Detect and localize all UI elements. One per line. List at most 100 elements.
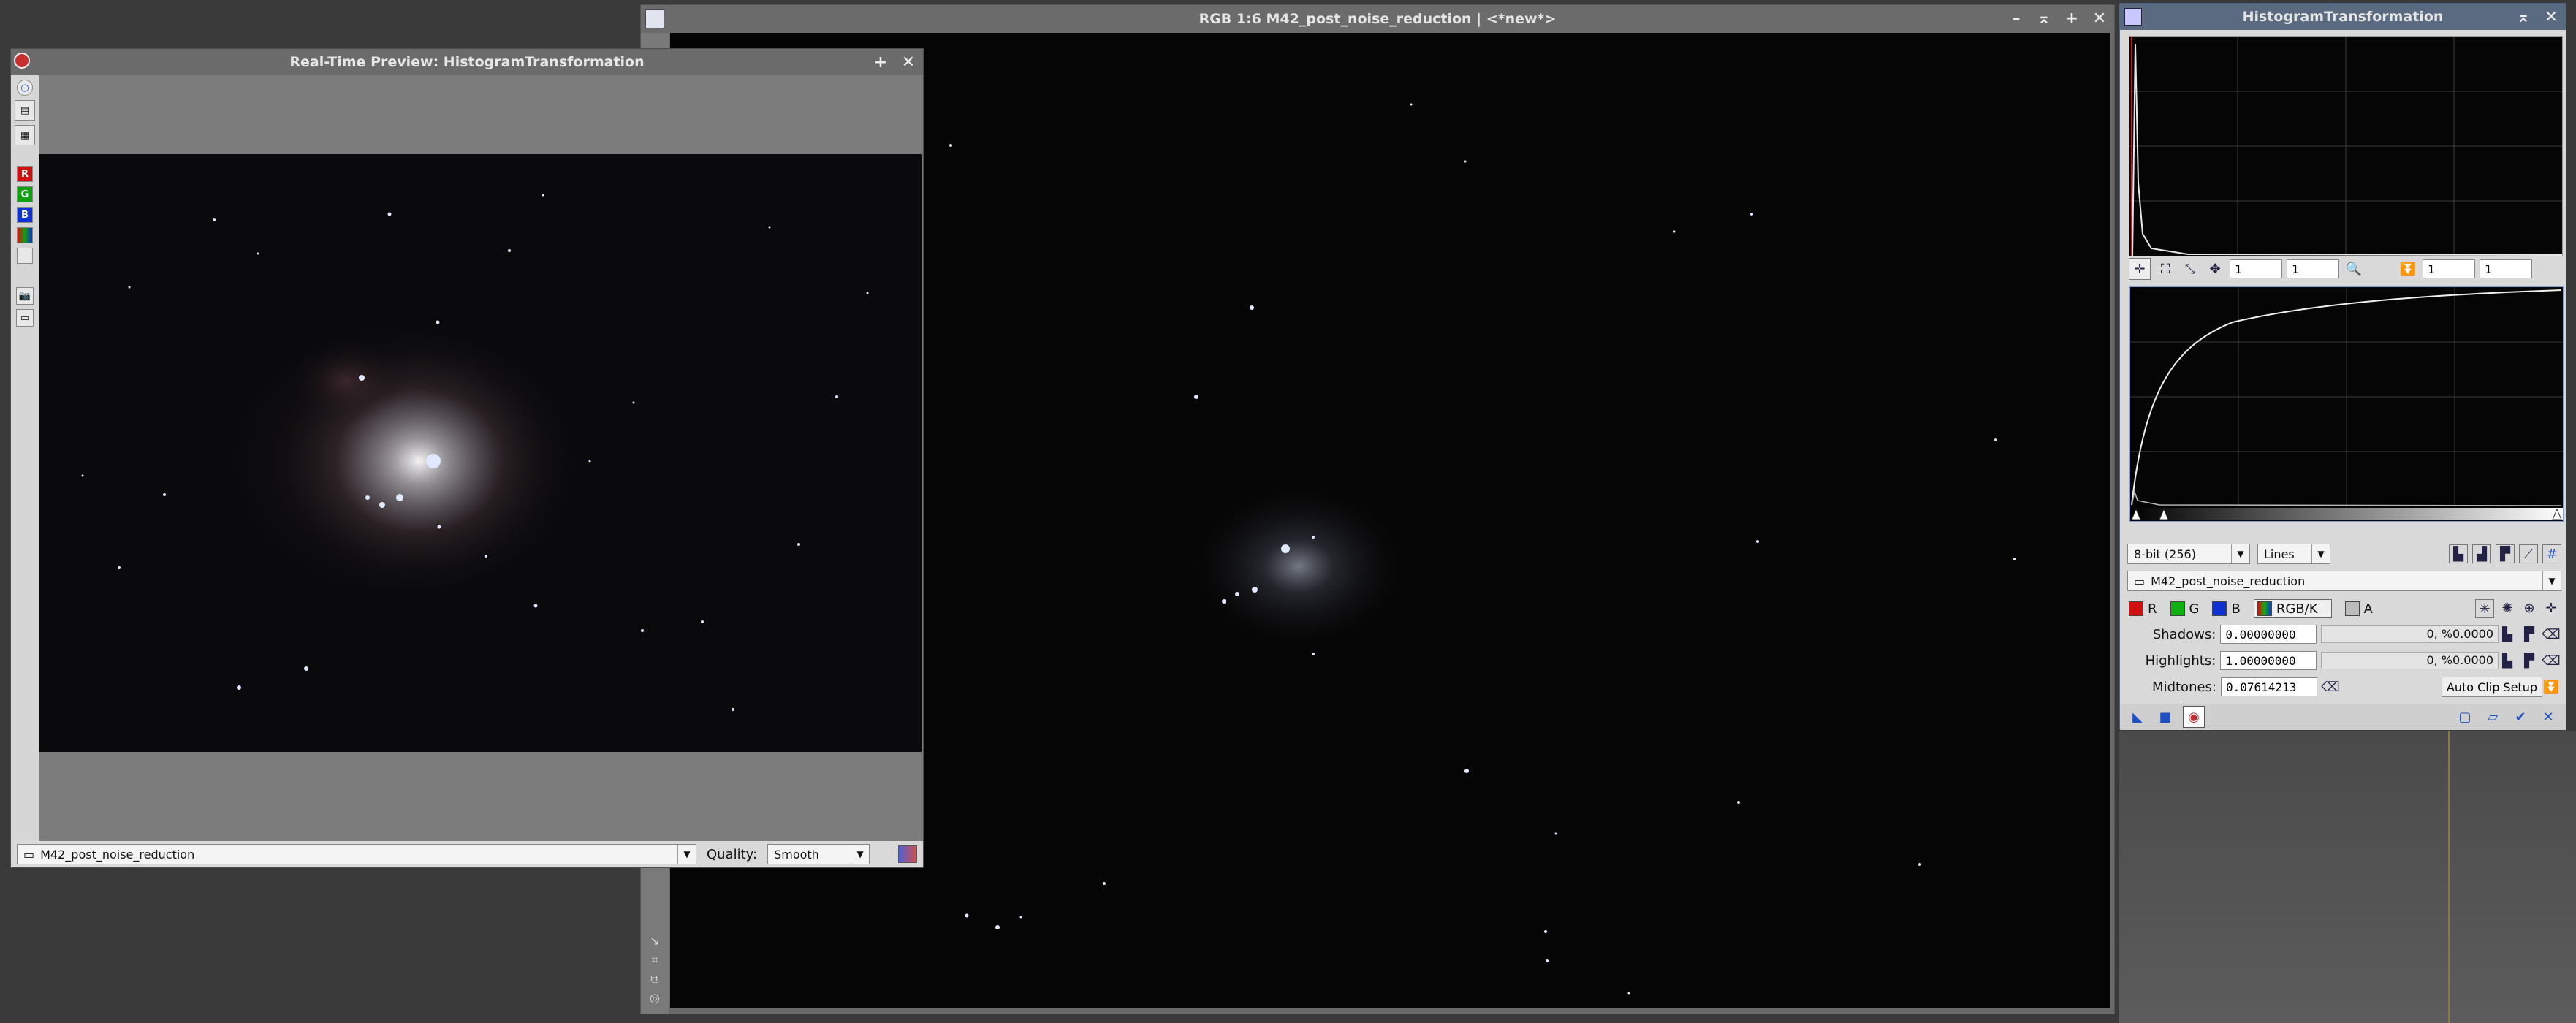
main-window-titlebar[interactable]: ▭ RGB 1:6 M42_post_noise_reduction | <*n… <box>641 5 2114 33</box>
star-mask-icon[interactable]: ✺ <box>2499 599 2516 617</box>
channel-b-swatch <box>2212 601 2227 616</box>
draw-mode-select[interactable]: Lines ▼ <box>2257 544 2330 564</box>
target-icon[interactable]: ⊕ <box>2520 599 2538 617</box>
preview-close-circle-icon[interactable] <box>14 53 30 69</box>
channel-rgbk-label: RGB/K <box>2276 601 2318 617</box>
quality-select[interactable]: Smooth ▼ <box>767 844 870 864</box>
preview-image-canvas[interactable] <box>39 154 922 752</box>
shrink-icon[interactable]: ⤡ <box>2180 259 2200 279</box>
histogram-overlay-icon[interactable]: ▛ <box>2496 544 2515 563</box>
ht-view-name: M42_post_noise_reduction <box>2151 574 2306 588</box>
minimize-icon[interactable]: – <box>2007 9 2025 28</box>
zoom-in-icon[interactable]: ○ <box>17 80 33 96</box>
shadows-input[interactable] <box>2220 625 2317 644</box>
channel-b-button[interactable]: B <box>2212 601 2241 617</box>
ht-window-icon[interactable] <box>2124 8 2142 26</box>
crosshair-icon[interactable]: ✛ <box>2129 258 2151 280</box>
preview-nebula-image <box>81 194 869 711</box>
channel-r-button[interactable]: R <box>2129 601 2157 617</box>
draw-mode-value: Lines <box>2264 547 2295 561</box>
close-icon[interactable]: ✕ <box>2091 9 2108 28</box>
chevron-down-icon: ▼ <box>677 845 696 864</box>
shade-icon[interactable]: ⌅ <box>2515 8 2532 26</box>
real-time-preview-icon[interactable]: ◉ <box>2183 706 2205 728</box>
channel-b-label: B <box>2231 601 2241 617</box>
preview-window-titlebar[interactable]: Real-Time Preview: HistogramTransformati… <box>11 49 923 75</box>
apply-check-icon[interactable]: ✔ <box>2510 707 2531 727</box>
show-all-icon[interactable]: ▦ <box>15 125 35 145</box>
channel-g-button[interactable]: G <box>2170 601 2199 617</box>
maximize-icon[interactable]: + <box>2063 9 2081 28</box>
magnifier-icon[interactable]: 🔍 <box>2344 259 2364 279</box>
close-icon[interactable]: ✕ <box>2542 8 2560 26</box>
channel-rgb-icon[interactable] <box>17 227 33 243</box>
shadows-reset-icon[interactable]: ⌫ <box>2542 625 2560 643</box>
out-zoom-x-input[interactable] <box>2423 259 2475 278</box>
shadows-row: Shadows: 0, %0.0000 ▙ ▛ ⌫ <box>2129 623 2563 645</box>
shadows-auto-icon[interactable]: ▙ <box>2499 625 2516 643</box>
ht-window-titlebar[interactable]: HistogramTransformation ⌅ ✕ <box>2120 4 2566 30</box>
arrow-down-icon[interactable]: ⏬ <box>2542 678 2560 696</box>
clone-icon[interactable]: ⧉ <box>641 970 669 989</box>
input-histogram-graph[interactable] <box>2129 36 2563 256</box>
main-window-icon[interactable]: ▭ <box>645 9 664 28</box>
channel-green-icon[interactable]: G <box>17 186 33 202</box>
apply-square-icon[interactable]: ■ <box>2155 707 2176 727</box>
grid-icon[interactable]: # <box>2542 544 2561 563</box>
preview-window: Real-Time Preview: HistogramTransformati… <box>10 48 924 868</box>
fit-icon[interactable]: ⛶ <box>2155 259 2176 279</box>
histogram-preview-icon[interactable] <box>898 845 917 863</box>
script-icon[interactable]: ▱ <box>2482 707 2503 727</box>
chevron-down-icon: ▼ <box>2231 544 2249 563</box>
resize-corner-icon[interactable]: ↘ <box>641 932 669 951</box>
chevron-down-icon: ▼ <box>851 845 869 864</box>
shade-icon[interactable]: ⌅ <box>2035 9 2053 28</box>
window-icon[interactable]: ▭ <box>16 309 34 327</box>
arrow-down-icon[interactable]: ⏬ <box>2398 259 2418 279</box>
highlights-label: Highlights: <box>2145 653 2216 669</box>
crop-icon[interactable]: ⌗ <box>641 951 669 970</box>
auto-zero-icon[interactable]: ✳ <box>2475 599 2494 618</box>
highlights-reset-icon[interactable]: ⌫ <box>2542 652 2560 669</box>
quality-label: Quality: <box>707 846 758 862</box>
highlights-row: Highlights: 0, %0.0000 ▙ ▛ ⌫ <box>2129 650 2563 672</box>
channel-g-swatch <box>2170 601 2185 616</box>
reset-icon[interactable]: ✕ <box>2538 707 2558 727</box>
channel-red-icon[interactable]: R <box>17 166 33 182</box>
auto-clip-setup-button[interactable]: Auto Clip Setup <box>2441 677 2542 697</box>
quality-value: Smooth <box>774 847 819 862</box>
zoom-x-input[interactable] <box>2230 259 2282 278</box>
channel-rgbk-swatch <box>2257 601 2272 616</box>
channel-blue-icon[interactable]: B <box>17 207 33 223</box>
histogram-rgb-icon[interactable]: ▟ <box>2472 544 2491 563</box>
curve-icon[interactable]: ⟋ <box>2519 544 2538 563</box>
new-instance-icon[interactable]: ◣ <box>2127 707 2148 727</box>
histogram-view-icon[interactable]: ▙ <box>2449 544 2468 563</box>
shadows-label: Shadows: <box>2152 626 2216 642</box>
channel-rgbk-button[interactable]: RGB/K <box>2253 599 2332 618</box>
pan-icon[interactable]: ✥ <box>2205 259 2225 279</box>
channel-luminance-icon[interactable] <box>17 248 33 264</box>
midtones-reset-icon[interactable]: ⌫ <box>2321 678 2339 696</box>
midtones-input[interactable] <box>2221 677 2317 696</box>
shadows-clip-icon[interactable]: ▛ <box>2520 625 2538 643</box>
out-zoom-y-input[interactable] <box>2480 259 2532 278</box>
process-toolbar: ◣ ■ ◉ ▢ ▱ ✔ ✕ <box>2120 704 2566 730</box>
maximize-icon[interactable]: + <box>872 53 889 72</box>
output-histogram-graph[interactable] <box>2129 286 2564 522</box>
browse-doc-icon[interactable]: ▢ <box>2455 707 2475 727</box>
preview-view-name: M42_post_noise_reduction <box>40 847 195 862</box>
bit-depth-select[interactable]: 8-bit (256) ▼ <box>2127 544 2250 564</box>
target-icon[interactable]: ◎ <box>641 989 669 1008</box>
preview-view-selector[interactable]: ▭ M42_post_noise_reduction ▼ <box>17 844 696 864</box>
highlights-auto-icon[interactable]: ▙ <box>2499 652 2516 669</box>
ht-view-selector[interactable]: ▭ M42_post_noise_reduction ▼ <box>2127 571 2561 591</box>
crosshair-icon[interactable]: ✛ <box>2542 599 2560 617</box>
channel-a-button[interactable]: A <box>2344 601 2373 617</box>
fit-view-icon[interactable]: ▤ <box>15 100 35 121</box>
camera-icon[interactable]: 📷 <box>16 287 34 305</box>
highlights-input[interactable] <box>2220 651 2317 670</box>
zoom-y-input[interactable] <box>2287 259 2339 278</box>
highlights-clip-icon[interactable]: ▛ <box>2520 652 2538 669</box>
close-icon[interactable]: ✕ <box>900 53 917 72</box>
